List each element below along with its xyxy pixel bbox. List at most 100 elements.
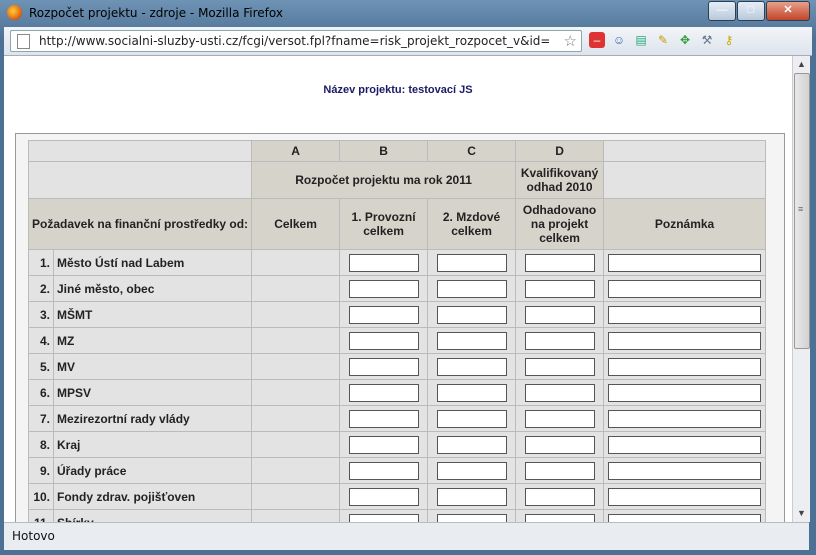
input-cell (515, 483, 605, 510)
odhad-input[interactable] (524, 461, 595, 480)
row-number: 9. (28, 457, 54, 484)
mzdove-input[interactable] (436, 461, 507, 480)
col-header-odhad: Odhadovano na projekt celkem (515, 198, 605, 250)
minimize-button[interactable]: — (708, 1, 736, 21)
user-icon[interactable]: ☺ (611, 32, 627, 48)
input-cell (603, 327, 767, 354)
provozni-input[interactable] (348, 435, 419, 454)
odhad-input[interactable] (524, 279, 595, 298)
odhad-input[interactable] (524, 409, 595, 428)
provozni-input[interactable] (348, 305, 419, 324)
vertical-scrollbar[interactable]: ▲ ≡ ▼ (792, 56, 810, 522)
provozni-input[interactable] (348, 409, 419, 428)
input-cell (603, 457, 767, 484)
provozni-input[interactable] (348, 279, 419, 298)
navigation-toolbar: http://www.socialni-sluzby-usti.cz/fcgi/… (4, 27, 812, 56)
wrench-icon[interactable]: ⚒ (699, 32, 715, 48)
row-number: 3. (28, 301, 54, 328)
celkem-cell (251, 353, 341, 380)
scroll-down-icon[interactable]: ▼ (797, 508, 806, 518)
provozni-input[interactable] (348, 331, 419, 350)
provozni-input[interactable] (348, 487, 419, 506)
row-number: 2. (28, 275, 54, 302)
mzdove-input[interactable] (436, 513, 507, 522)
input-cell (603, 509, 767, 522)
col-header-mzdove: 2. Mzdové celkem (427, 198, 517, 250)
input-cell (515, 405, 605, 432)
mzdove-input[interactable] (436, 331, 507, 350)
input-cell (515, 457, 605, 484)
odhad-input[interactable] (524, 513, 595, 522)
key-icon[interactable]: ⚷ (721, 32, 737, 48)
poznamka-input[interactable] (608, 279, 762, 298)
row-label: Kraj (52, 431, 253, 458)
address-bar[interactable]: http://www.socialni-sluzby-usti.cz/fcgi/… (10, 30, 582, 52)
scroll-thumb[interactable]: ≡ (794, 73, 810, 349)
row-number: 1. (28, 249, 54, 276)
input-cell (603, 301, 767, 328)
poznamka-input[interactable] (608, 305, 762, 324)
mzdove-input[interactable] (436, 357, 507, 376)
odhad-input[interactable] (524, 383, 595, 402)
mzdove-input[interactable] (436, 409, 507, 428)
input-cell (427, 405, 517, 432)
poznamka-input[interactable] (608, 331, 762, 350)
odhad-input[interactable] (524, 487, 595, 506)
mzdove-input[interactable] (436, 383, 507, 402)
row-label: MZ (52, 327, 253, 354)
col-letter-a: A (251, 140, 341, 162)
page-content: Název projektu: testovací JS A B C D Roz… (4, 56, 792, 522)
odhad-input[interactable] (524, 435, 595, 454)
poznamka-input[interactable] (608, 487, 762, 506)
bookmark-star-icon[interactable]: ☆ (564, 32, 577, 50)
mzdove-input[interactable] (436, 435, 507, 454)
row-number: 4. (28, 327, 54, 354)
table-row: 9. Úřady práce (28, 457, 767, 484)
input-cell (427, 509, 517, 522)
provozni-input[interactable] (348, 253, 419, 272)
scroll-up-icon[interactable]: ▲ (797, 59, 806, 69)
poznamka-input[interactable] (608, 253, 762, 272)
url-text[interactable]: http://www.socialni-sluzby-usti.cz/fcgi/… (39, 34, 549, 48)
provozni-input[interactable] (348, 513, 419, 522)
row-number: 10. (28, 483, 54, 510)
input-cell (427, 457, 517, 484)
mzdove-input[interactable] (436, 279, 507, 298)
poznamka-input[interactable] (608, 409, 762, 428)
poznamka-input[interactable] (608, 357, 762, 376)
poznamka-input[interactable] (608, 435, 762, 454)
input-cell (427, 275, 517, 302)
budget-header: Rozpočet projektu ma rok 2011 (251, 161, 517, 199)
budget-table: A B C D Rozpočet projektu ma rok 2011 Kv… (27, 140, 767, 522)
sidebar-icon[interactable]: ▤ (633, 32, 649, 48)
odhad-input[interactable] (524, 331, 595, 350)
stop-icon[interactable]: – (589, 32, 605, 48)
provozni-input[interactable] (348, 461, 419, 480)
poznamka-input[interactable] (608, 383, 762, 402)
odhad-input[interactable] (524, 357, 595, 376)
poznamka-input[interactable] (608, 513, 762, 522)
empty-cell (27, 140, 253, 162)
resize-icon[interactable]: ✥ (677, 32, 693, 48)
mzdove-input[interactable] (436, 305, 507, 324)
pencil-icon[interactable]: ✎ (655, 32, 671, 48)
input-cell (603, 353, 767, 380)
provozni-input[interactable] (348, 383, 419, 402)
odhad-input[interactable] (524, 305, 595, 324)
input-cell (515, 249, 605, 276)
input-cell (603, 483, 767, 510)
window-title: Rozpočet projektu - zdroje - Mozilla Fir… (29, 6, 283, 20)
maximize-button[interactable]: □ (737, 1, 765, 21)
row-label: Sbírky (52, 509, 253, 522)
odhad-input[interactable] (524, 253, 595, 272)
celkem-cell (251, 483, 341, 510)
input-cell (515, 509, 605, 522)
input-cell (339, 353, 429, 380)
input-cell (427, 431, 517, 458)
close-button[interactable]: ✕ (766, 1, 810, 21)
mzdove-input[interactable] (436, 253, 507, 272)
input-cell (515, 301, 605, 328)
poznamka-input[interactable] (608, 461, 762, 480)
provozni-input[interactable] (348, 357, 419, 376)
mzdove-input[interactable] (436, 487, 507, 506)
